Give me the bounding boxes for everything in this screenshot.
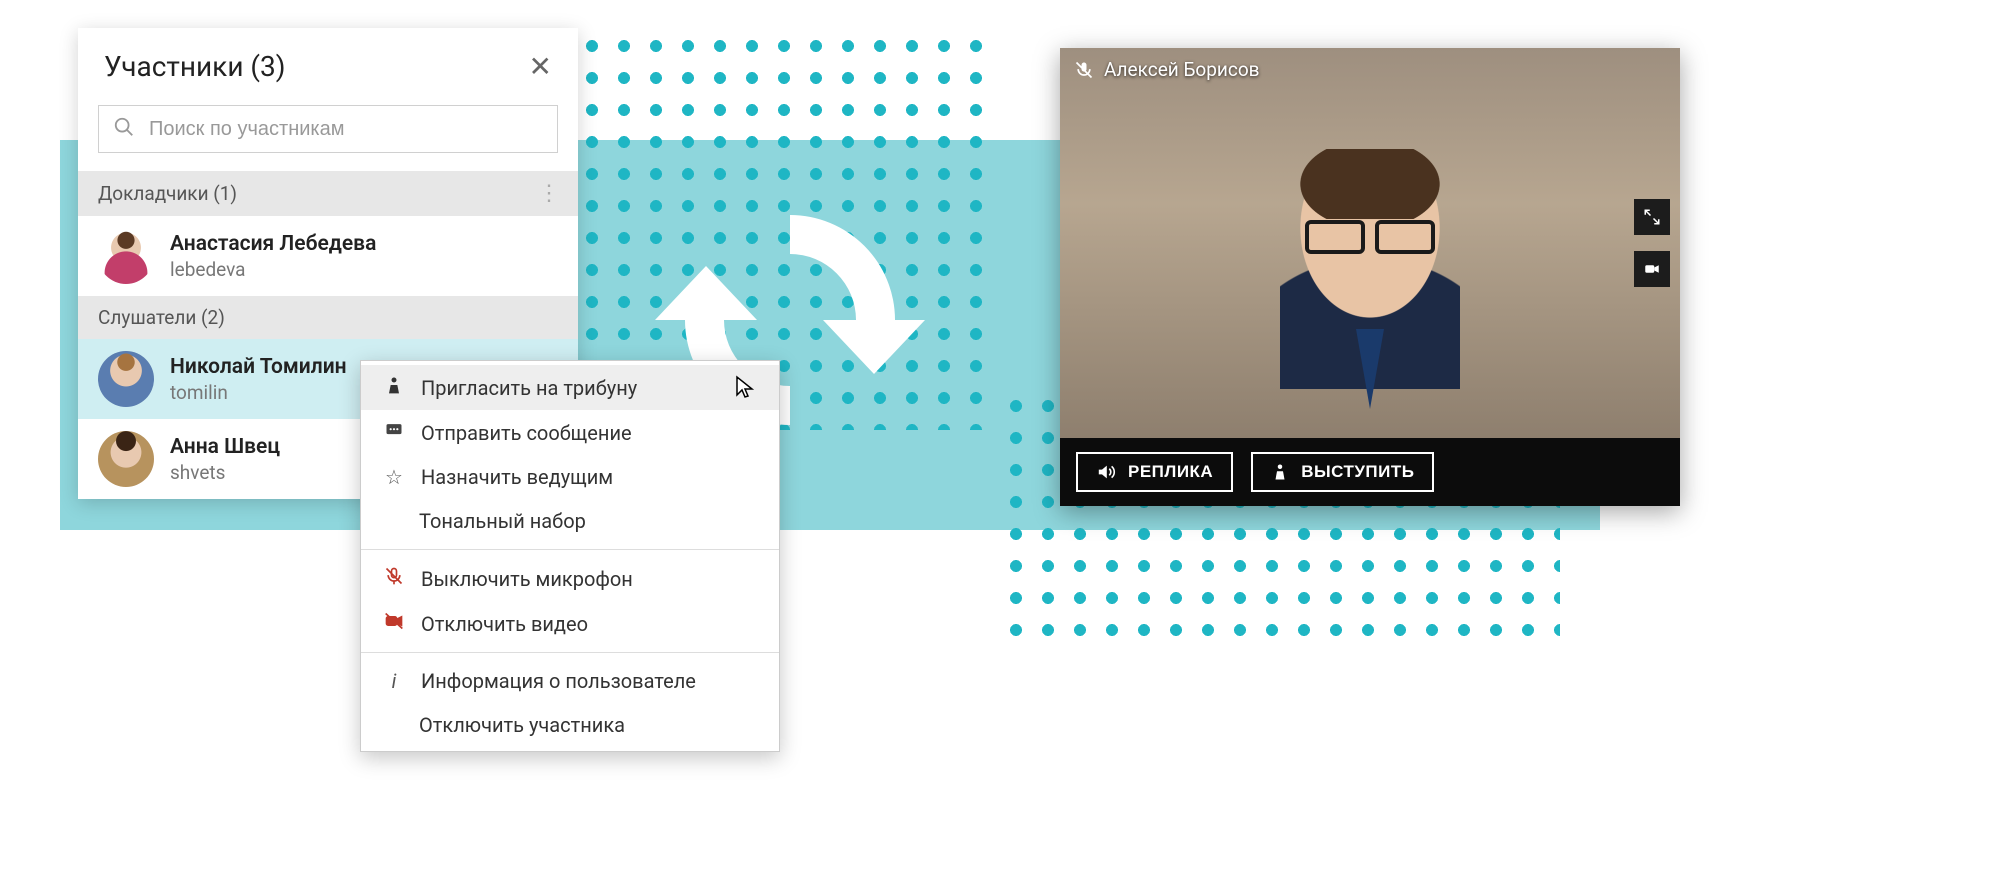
avatar xyxy=(98,228,154,284)
video-participant-label: Алексей Борисов xyxy=(1074,58,1260,81)
menu-label: Информация о пользователе xyxy=(421,669,696,693)
participants-title: Участники (3) xyxy=(104,50,286,83)
podium-icon xyxy=(383,375,405,400)
participant-name: Анастасия Лебедева xyxy=(170,232,376,256)
menu-label: Назначить ведущим xyxy=(421,465,613,489)
participant-name: Анна Швец xyxy=(170,435,280,459)
menu-label: Тональный набор xyxy=(419,509,586,533)
speakers-section-label: Докладчики (1) xyxy=(98,182,237,205)
button-label: ВЫСТУПИТЬ xyxy=(1301,462,1414,482)
participant-name: Николай Томилин xyxy=(170,355,347,379)
button-label: РЕПЛИКА xyxy=(1128,462,1213,482)
more-icon[interactable]: ⋮ xyxy=(538,181,558,206)
microphone-muted-icon xyxy=(1074,60,1094,80)
video-side-controls xyxy=(1634,199,1670,287)
video-feed: Алексей Борисов xyxy=(1060,48,1680,438)
participants-search[interactable] xyxy=(98,105,558,153)
menu-label: Отправить сообщение xyxy=(421,421,632,445)
participant-row[interactable]: Анастасия Лебедева lebedeva xyxy=(78,216,578,296)
speakers-section-header: Докладчики (1) ⋮ xyxy=(78,171,578,216)
menu-user-info[interactable]: i Информация о пользователе xyxy=(361,659,779,703)
message-icon xyxy=(383,420,405,445)
menu-label: Отключить участника xyxy=(419,713,625,737)
star-icon: ☆ xyxy=(383,465,405,489)
video-action-bar: РЕПЛИКА ВЫСТУПИТЬ xyxy=(1060,438,1680,506)
collapse-icon xyxy=(1643,208,1661,226)
participants-header: Участники (3) ✕ xyxy=(78,28,578,93)
camera-off-icon xyxy=(383,611,405,636)
menu-make-moderator[interactable]: ☆ Назначить ведущим xyxy=(361,455,779,499)
menu-invite-podium[interactable]: Пригласить на трибуну xyxy=(361,365,779,410)
podium-icon xyxy=(1271,463,1289,481)
sound-icon xyxy=(1096,464,1116,480)
menu-label: Выключить микрофон xyxy=(421,567,633,591)
reply-button[interactable]: РЕПЛИКА xyxy=(1076,452,1233,492)
microphone-off-icon xyxy=(383,566,405,591)
video-person-tie xyxy=(1356,329,1384,409)
cursor-icon xyxy=(735,375,755,399)
menu-separator xyxy=(361,549,779,550)
speak-button[interactable]: ВЫСТУПИТЬ xyxy=(1251,452,1434,492)
participant-login: lebedeva xyxy=(170,258,376,281)
participant-login: shvets xyxy=(170,461,280,484)
camera-toggle-button[interactable] xyxy=(1634,251,1670,287)
menu-separator xyxy=(361,652,779,653)
avatar xyxy=(98,431,154,487)
participant-login: tomilin xyxy=(170,381,347,404)
avatar xyxy=(98,351,154,407)
menu-dtmf[interactable]: Тональный набор xyxy=(361,499,779,543)
camera-icon xyxy=(1643,260,1661,278)
menu-mute-microphone[interactable]: Выключить микрофон xyxy=(361,556,779,601)
menu-disable-video[interactable]: Отключить видео xyxy=(361,601,779,646)
video-panel: Алексей Борисов РЕПЛИКА ВЫСТУПИТЬ xyxy=(1060,48,1680,506)
info-icon: i xyxy=(383,669,405,693)
video-participant-name: Алексей Борисов xyxy=(1104,58,1260,81)
participant-context-menu: Пригласить на трибуну Отправить сообщени… xyxy=(360,360,780,752)
search-icon xyxy=(113,116,135,142)
video-person-glasses xyxy=(1305,220,1435,248)
close-icon[interactable]: ✕ xyxy=(529,50,552,83)
menu-disconnect-user[interactable]: Отключить участника xyxy=(361,703,779,747)
search-input[interactable] xyxy=(149,118,543,141)
menu-label: Пригласить на трибуну xyxy=(421,376,637,400)
menu-send-message[interactable]: Отправить сообщение xyxy=(361,410,779,455)
listeners-section-label: Слушатели (2) xyxy=(98,306,225,329)
collapse-button[interactable] xyxy=(1634,199,1670,235)
menu-label: Отключить видео xyxy=(421,612,588,636)
listeners-section-header: Слушатели (2) xyxy=(78,296,578,339)
